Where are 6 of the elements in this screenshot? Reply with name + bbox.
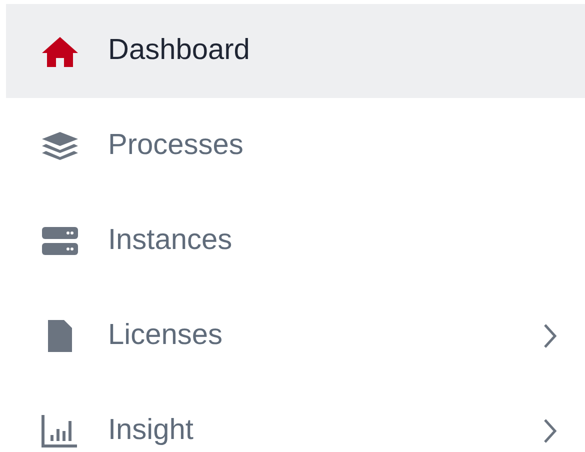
sidebar-item-label: Insight bbox=[108, 413, 194, 448]
sidebar-item-label: Dashboard bbox=[108, 33, 250, 68]
sidebar-item-label: Licenses bbox=[108, 318, 222, 354]
sidebar-item-label: Processes bbox=[108, 128, 244, 164]
sidebar-item-label: Instances bbox=[108, 223, 232, 258]
sidebar-item[interactable]: Dashboard bbox=[6, 4, 585, 98]
